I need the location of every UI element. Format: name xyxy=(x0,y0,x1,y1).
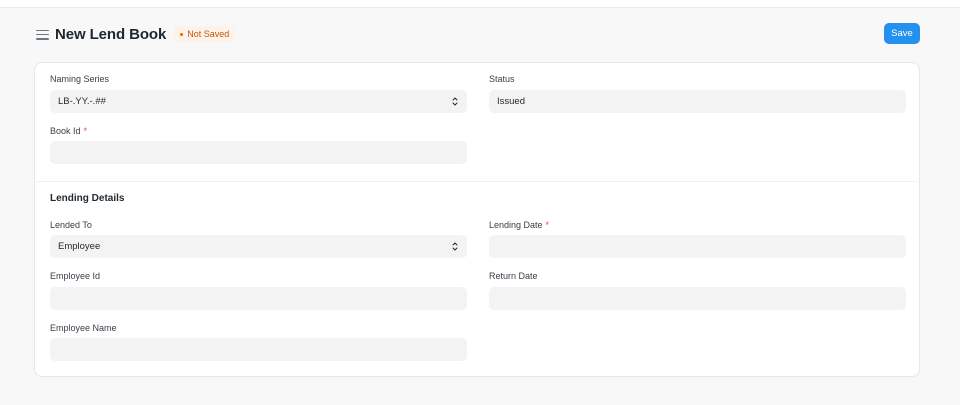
employee-name-label: Employee Name xyxy=(50,323,117,333)
employee-id-input[interactable] xyxy=(50,287,467,310)
return-date-label: Return Date xyxy=(489,271,538,281)
page-header: New Lend Book Not Saved Save xyxy=(36,22,920,46)
not-saved-badge: Not Saved xyxy=(174,26,236,42)
section-divider xyxy=(36,181,918,182)
employee-name-input[interactable] xyxy=(50,338,467,361)
naming-series-label: Naming Series xyxy=(50,74,110,84)
lended-to-select[interactable]: Employee xyxy=(50,235,467,258)
page-title: New Lend Book xyxy=(55,25,167,43)
return-date-input[interactable] xyxy=(489,287,906,310)
naming-series-select[interactable]: LB-.YY.-.## xyxy=(50,90,467,113)
required-asterisk: * xyxy=(83,126,88,136)
form-card: Naming Series LB-.YY.-.## Status Issued … xyxy=(34,62,920,377)
status-dot-icon xyxy=(180,32,184,36)
up-down-chevron-icon xyxy=(452,97,458,106)
lending-date-label-text: Lending Date xyxy=(489,220,543,230)
book-id-label-text: Book Id xyxy=(50,126,81,136)
status-field: Issued xyxy=(489,90,906,113)
lending-details-heading: Lending Details xyxy=(50,193,125,204)
book-id-label: Book Id * xyxy=(50,126,467,136)
lended-to-label: Lended To xyxy=(50,220,92,230)
status-value: Issued xyxy=(497,96,525,107)
save-button[interactable]: Save xyxy=(884,23,920,44)
status-label: Status xyxy=(489,74,515,84)
book-id-input[interactable] xyxy=(50,141,467,164)
lending-date-label: Lending Date * xyxy=(489,220,906,230)
up-down-chevron-icon xyxy=(452,242,458,251)
lended-to-value: Employee xyxy=(58,241,101,252)
employee-id-label: Employee Id xyxy=(50,271,101,281)
lending-date-input[interactable] xyxy=(489,235,906,258)
hamburger-menu-icon[interactable] xyxy=(36,29,49,40)
top-navbar-edge xyxy=(0,0,960,8)
not-saved-label: Not Saved xyxy=(187,29,230,39)
naming-series-value: LB-.YY.-.## xyxy=(58,96,106,107)
required-asterisk: * xyxy=(545,220,550,230)
